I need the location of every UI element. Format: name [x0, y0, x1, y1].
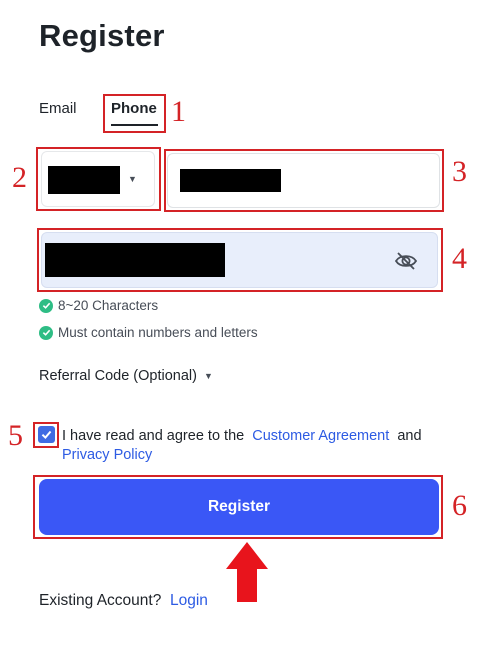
agreement-text: I have read and agree to the Customer Ag… [62, 427, 442, 465]
annotation-box-4 [37, 228, 443, 292]
annotation-box-2 [36, 147, 161, 211]
existing-account-row: Existing Account? Login [39, 592, 208, 610]
agreement-prefix: I have read and agree to the [62, 428, 245, 444]
password-rule-length: 8~20 Characters [39, 298, 158, 313]
agreement-connector: and [397, 428, 422, 444]
privacy-policy-link[interactable]: Privacy Policy [62, 447, 152, 463]
tab-email[interactable]: Email [39, 100, 77, 117]
up-arrow-icon [225, 541, 269, 603]
annotation-box-5 [33, 422, 59, 448]
annotation-number-2: 2 [12, 161, 27, 194]
annotation-number-6: 6 [452, 489, 467, 522]
page-title: Register [39, 18, 165, 53]
password-rule-composition: Must contain numbers and letters [39, 325, 258, 340]
annotation-box-3 [164, 149, 444, 212]
password-rule-text: 8~20 Characters [58, 298, 159, 313]
annotation-number-4: 4 [452, 242, 467, 275]
referral-code-label: Referral Code (Optional) [39, 368, 197, 384]
existing-account-text: Existing Account? [39, 592, 162, 609]
check-circle-icon [39, 325, 53, 340]
check-circle-icon [39, 298, 53, 313]
annotation-number-3: 3 [452, 155, 467, 188]
caret-down-icon: ▼ [203, 371, 213, 381]
annotation-box-1 [103, 94, 166, 133]
annotation-number-5: 5 [8, 419, 23, 452]
password-rule-text: Must contain numbers and letters [58, 325, 258, 340]
referral-code-toggle[interactable]: Referral Code (Optional) ▼ [39, 368, 213, 384]
annotation-number-1: 1 [171, 95, 186, 128]
annotation-box-6 [33, 475, 443, 539]
login-link[interactable]: Login [170, 592, 208, 609]
customer-agreement-link[interactable]: Customer Agreement [252, 428, 389, 444]
